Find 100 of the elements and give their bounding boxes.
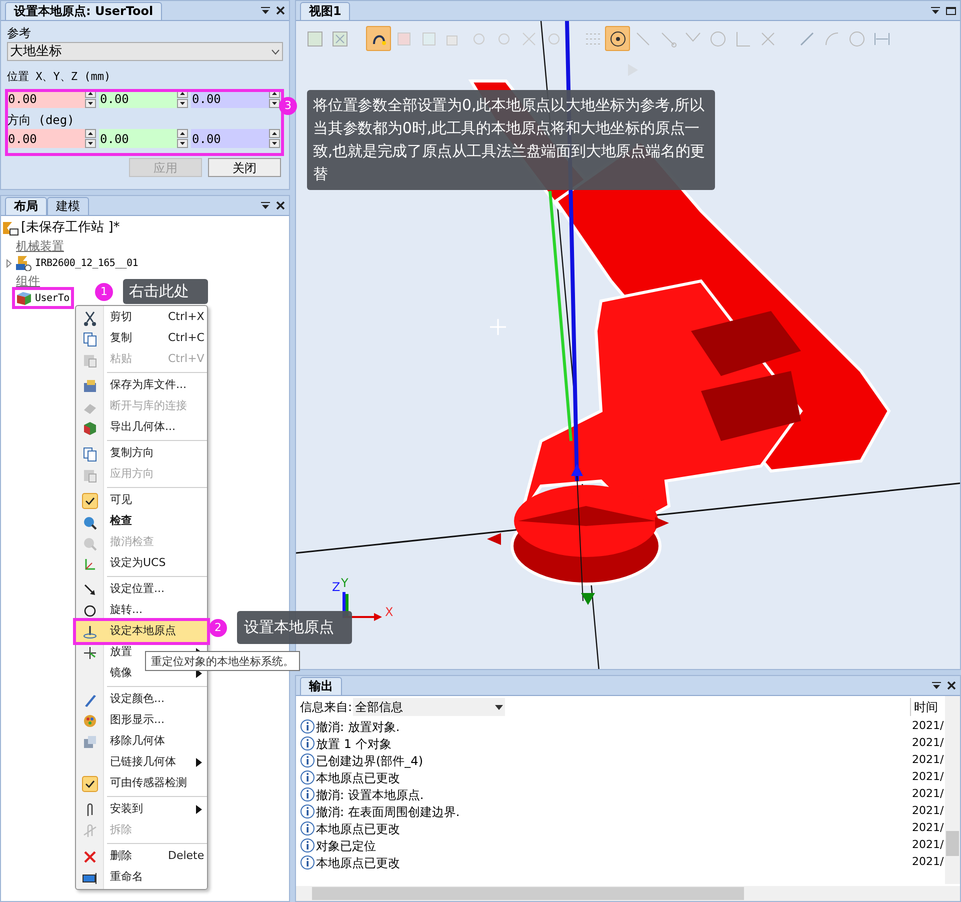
menu-item[interactable]: 检查 <box>76 511 207 532</box>
filter-dropdown[interactable]: 全部信息 <box>353 698 506 716</box>
info-icon <box>300 804 315 819</box>
close-icon <box>276 6 285 15</box>
menu-item[interactable]: 设定为UCS <box>76 553 207 574</box>
info-icon <box>300 770 315 785</box>
toolbar-button[interactable] <box>605 26 630 51</box>
vertical-scrollbar[interactable] <box>945 696 960 884</box>
spinner-icon <box>269 89 280 108</box>
menu-item[interactable]: 可见 <box>76 490 207 511</box>
menu-item[interactable]: 复制方向 <box>76 443 207 464</box>
info-icon <box>300 736 315 751</box>
menu-item[interactable]: 安装到 <box>76 799 207 820</box>
menu-item[interactable]: 设定本地原点 <box>76 621 207 642</box>
dropdown-icon <box>261 6 270 14</box>
menu-item[interactable]: 设定位置... <box>76 579 207 600</box>
log-time: 2021/ <box>912 752 944 768</box>
origin-icon <box>82 624 98 640</box>
arrow-icon <box>82 582 98 598</box>
menu-item[interactable]: 重命名 <box>76 867 207 888</box>
log-time: 2021/ <box>912 769 944 786</box>
submenu-arrow-icon <box>196 805 202 814</box>
info-icon <box>300 838 315 853</box>
log-time: 2021/ <box>912 718 944 734</box>
info-icon <box>300 719 315 734</box>
log-time: 2021/ <box>912 803 944 820</box>
menu-item[interactable]: 导出几何体... <box>76 417 207 438</box>
dropdown-icon <box>261 202 270 210</box>
circle-icon <box>846 28 866 48</box>
panel-tab[interactable]: 设置本地原点: UserTool <box>5 2 162 20</box>
callout-tooltip: 将位置参数全部设置为0,此本地原点以大地坐标为参考,所以当其参数都为0时,此工具的本地原点将和大地坐标的原点一致,也就是完成了原点从工具法兰盘端面到大地原点端名的更替 <box>307 90 715 190</box>
log-message: 本地原点已更改 <box>316 820 400 838</box>
info-icon <box>300 753 315 768</box>
tooltip: 重定位对象的本地坐标系统。 <box>145 651 300 671</box>
menu-item[interactable]: 图形显示... <box>76 710 207 731</box>
log-time: 2021/ <box>912 735 944 752</box>
spinner-icon <box>85 129 96 148</box>
number-field[interactable]: 0.00 <box>7 129 85 148</box>
panel-tab[interactable]: 视图1 <box>300 2 350 20</box>
panel-tab[interactable]: 布局 <box>5 197 47 215</box>
spinner-icon <box>85 89 96 108</box>
info-icon <box>300 821 315 836</box>
field-label: 位置 X、Y、Z (mm) <box>7 69 111 85</box>
close-button[interactable]: 关闭 <box>208 158 281 177</box>
axes-icon <box>82 644 98 660</box>
menu-item[interactable]: 移除几何体 <box>76 731 207 752</box>
axis-label: Y <box>341 576 348 590</box>
spinner-icon <box>269 129 280 148</box>
copy-icon <box>82 330 98 346</box>
maximize-icon <box>946 6 956 14</box>
circle-icon <box>708 28 728 48</box>
log-time: 2021/ <box>912 786 944 802</box>
log-message: 放置 1 个对象 <box>316 736 392 752</box>
menu-item[interactable]: 可由传感器检测 <box>76 773 207 794</box>
log-message: 本地原点已更改 <box>316 770 400 786</box>
reference-dropdown[interactable]: 大地坐标 <box>7 42 283 61</box>
submenu-arrow-icon <box>196 669 202 678</box>
spinner-icon <box>177 129 188 148</box>
tree-item[interactable]: UserTo <box>35 290 70 306</box>
menu-item[interactable]: 复制 Ctrl+C <box>76 328 207 349</box>
tree-item[interactable]: IRB2600_12_165__01 <box>35 256 138 270</box>
arrow-icon <box>487 533 501 545</box>
station-name: [未保存工作站 ]* <box>21 219 120 238</box>
info-icon <box>300 855 315 870</box>
number-field[interactable]: 0.00 <box>99 129 177 148</box>
log-time: 2021/ <box>912 837 944 854</box>
panel-tab[interactable]: 建模 <box>47 197 89 215</box>
save-icon <box>82 378 98 394</box>
cube-icon <box>82 734 98 750</box>
arrow-icon <box>655 517 669 529</box>
spinner-icon <box>177 89 188 108</box>
menu-item[interactable]: 删除 Delete <box>76 846 207 867</box>
chevron-down-icon <box>271 48 280 54</box>
log-message: 撤消: 放置对象. <box>316 718 400 736</box>
menu-item[interactable]: 剪切 Ctrl+X <box>76 307 207 328</box>
menu-item[interactable]: 设定颜色... <box>76 689 207 710</box>
log-message: 撤消: 在表面周围创建边界. <box>316 804 460 820</box>
submenu-arrow-icon <box>196 758 202 767</box>
menu-item[interactable]: 旋转... <box>76 600 207 621</box>
paperclip-icon <box>82 822 98 838</box>
axis-label: Z <box>332 580 340 594</box>
caret-icon <box>495 704 504 710</box>
target-icon <box>608 28 628 48</box>
menu-item[interactable]: 保存为库文件... <box>76 375 207 396</box>
close-icon <box>947 681 956 690</box>
crosshair-icon <box>489 318 507 336</box>
copy-icon <box>82 446 98 462</box>
delete-icon <box>82 848 98 864</box>
log-message: 对象已定位 <box>316 838 376 854</box>
log-message: 本地原点已更改 <box>316 854 400 872</box>
panel-tab[interactable]: 输出 <box>300 677 342 695</box>
expand-arrow-icon[interactable] <box>5 258 13 268</box>
cube-icon <box>82 420 98 436</box>
dropdown-icon <box>932 682 941 690</box>
menu-item[interactable]: 已链接几何体 <box>76 752 207 773</box>
axis-label: X <box>385 605 394 619</box>
number-field[interactable]: 0.00 <box>191 129 269 148</box>
horizontal-scrollbar[interactable] <box>296 886 960 901</box>
toolbar-button[interactable] <box>366 26 391 51</box>
column-header: 时间 <box>910 698 944 716</box>
